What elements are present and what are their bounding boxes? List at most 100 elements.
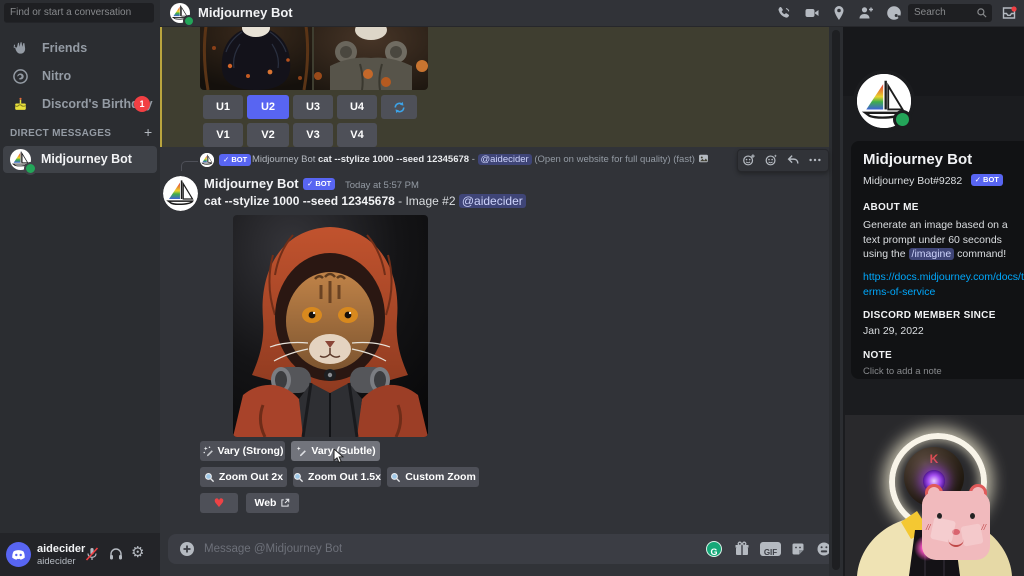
online-status-dot <box>183 15 195 27</box>
online-status-dot <box>24 162 37 175</box>
vary-strong-label: Vary (Strong) <box>217 445 284 457</box>
reply-preview[interactable]: Midjourney Bot cat --stylize 1000 --seed… <box>252 153 734 167</box>
channel-header: Midjourney Bot Search <box>160 0 1024 27</box>
dm-section-header[interactable]: DIRECT MESSAGES <box>10 128 111 139</box>
mascot-sticker: // // <box>922 484 990 560</box>
dm-item-midjourney-bot[interactable]: Midjourney Bot <box>3 146 157 175</box>
inbox-icon[interactable] <box>1001 5 1017 21</box>
bot-badge: ✓ BOT <box>303 178 336 190</box>
member-since-header: DISCORD MEMBER SINCE <box>863 310 996 322</box>
cat-image-attachment[interactable] <box>233 215 428 437</box>
variation-button-v3[interactable]: V3 <box>293 123 333 147</box>
about-text-2: command! <box>957 248 1007 261</box>
note-placeholder[interactable]: Click to add a note <box>863 366 1024 377</box>
super-reaction-icon[interactable] <box>764 153 778 167</box>
start-video-call-icon[interactable] <box>804 5 820 21</box>
birthday-cake-icon <box>14 97 27 110</box>
user-avatar[interactable] <box>6 542 31 567</box>
profile-tag: Midjourney Bot#9282 <box>863 175 963 187</box>
gift-icon[interactable] <box>734 541 750 557</box>
gif-letters: GIF <box>763 548 778 557</box>
quick-switcher-placeholder: Find or start a conversation <box>10 7 132 18</box>
grammarly-icon[interactable]: G <box>706 541 722 557</box>
magnifier-icon <box>204 472 215 482</box>
variation-button-v2[interactable]: V2 <box>247 123 289 147</box>
add-reaction-icon[interactable] <box>742 153 756 167</box>
pinned-messages-icon[interactable] <box>831 5 847 21</box>
message-avatar[interactable] <box>163 176 198 211</box>
profile-avatar[interactable] <box>853 70 915 132</box>
message-input-bar[interactable]: Message @Midjourney Bot G GIF <box>168 534 836 564</box>
vary-strong-button[interactable]: Vary (Strong) <box>200 441 285 461</box>
note-header: NOTE <box>863 350 892 362</box>
terms-link[interactable]: https://docs.midjourney.com/docs/terms-o… <box>863 270 1024 299</box>
upscale-button-u1[interactable]: U1 <box>203 95 243 119</box>
custom-zoom-label: Custom Zoom <box>405 471 476 483</box>
custom-zoom-button[interactable]: Custom Zoom <box>387 467 479 487</box>
mascot-face: // // <box>922 491 990 560</box>
vary-sparkle-icon <box>297 446 307 457</box>
sidebar-item-nitro[interactable]: Nitro <box>4 64 156 89</box>
message-content: cat --stylize 1000 --seed 12345678 - Ima… <box>204 193 764 209</box>
reroll-button[interactable] <box>381 95 417 119</box>
sidebar-item-friends[interactable]: Friends <box>4 36 156 61</box>
attach-plus-icon[interactable] <box>179 541 195 557</box>
nitro-icon <box>13 69 28 84</box>
variation-button-v1[interactable]: V1 <box>203 123 243 147</box>
mouse-cursor <box>333 449 345 464</box>
online-status-dot <box>893 110 912 129</box>
zoom-out-15x-button[interactable]: Zoom Out 1.5x <box>293 467 381 487</box>
sticker-picker-icon[interactable] <box>790 541 806 557</box>
about-me-text: Generate an image based on a text prompt… <box>863 218 1021 262</box>
add-friends-to-dm-icon[interactable] <box>858 5 874 21</box>
reply-icon[interactable] <box>786 153 800 167</box>
mascot-cheek-right: // <box>981 523 986 532</box>
gif-picker-icon[interactable]: GIF <box>760 542 781 557</box>
user-panel: aidecider aidecider ⚙ <box>0 533 160 576</box>
reply-avatar[interactable] <box>200 153 214 167</box>
upscale-button-u3[interactable]: U3 <box>293 95 333 119</box>
web-label: Web <box>254 497 277 509</box>
settings-gear-icon[interactable]: ⚙ <box>131 543 144 561</box>
more-actions-icon[interactable] <box>808 153 822 167</box>
image-grid-attachment[interactable] <box>200 26 428 90</box>
message-hover-toolbar <box>737 149 829 172</box>
web-button[interactable]: Web <box>246 493 299 513</box>
heart-reaction-button[interactable]: ♥ <box>200 493 238 513</box>
quick-switcher[interactable]: Find or start a conversation <box>4 3 154 23</box>
upscale-button-u2-selected[interactable]: U2 <box>247 95 289 119</box>
search-icon <box>977 8 987 18</box>
headphones-icon[interactable] <box>108 546 124 562</box>
bot-badge: ✓ BOT <box>970 174 1003 186</box>
imagine-command-chip[interactable]: /imagine <box>908 248 955 261</box>
upscale-button-u4[interactable]: U4 <box>337 95 377 119</box>
dm-item-label: Midjourney Bot <box>41 152 132 166</box>
header-search[interactable]: Search <box>908 4 992 22</box>
zoom-out-2x-button[interactable]: Zoom Out 2x <box>200 467 287 487</box>
chat-scrollbar-thumb[interactable] <box>832 30 840 570</box>
friends-wave-icon <box>13 42 26 54</box>
vary-sparkle-icon <box>203 446 213 457</box>
sidebar-item-birthday[interactable]: Discord's Birthday 1 <box>4 92 156 117</box>
about-me-header: ABOUT ME <box>863 202 919 213</box>
user-profile-toggle-icon[interactable] <box>886 5 902 21</box>
user-handle: aidecider <box>37 556 76 567</box>
reply-separator: - <box>471 154 475 165</box>
variation-button-v4[interactable]: V4 <box>337 123 377 147</box>
mic-muted-icon[interactable] <box>84 546 100 562</box>
reroll-icon <box>393 101 405 113</box>
bot-badge: ✓ BOT <box>219 154 252 166</box>
user-name: aidecider <box>37 543 86 555</box>
content-mention[interactable]: @aidecider <box>458 194 526 208</box>
message-author[interactable]: Midjourney Bot <box>204 176 299 191</box>
reply-mention[interactable]: @aidecider <box>477 154 532 165</box>
discord-logo-icon <box>12 550 25 560</box>
magnifier-icon <box>294 472 304 482</box>
discord-app-window: Find or start a conversation Friends Nit… <box>0 0 1024 576</box>
grammarly-letter: G <box>710 547 718 557</box>
reply-author: Midjourney Bot <box>252 154 316 165</box>
start-voice-call-icon[interactable] <box>776 5 792 21</box>
magnifier-icon <box>391 472 401 482</box>
sidebar-item-label: Friends <box>42 41 88 55</box>
image-attachment-icon <box>698 154 708 163</box>
